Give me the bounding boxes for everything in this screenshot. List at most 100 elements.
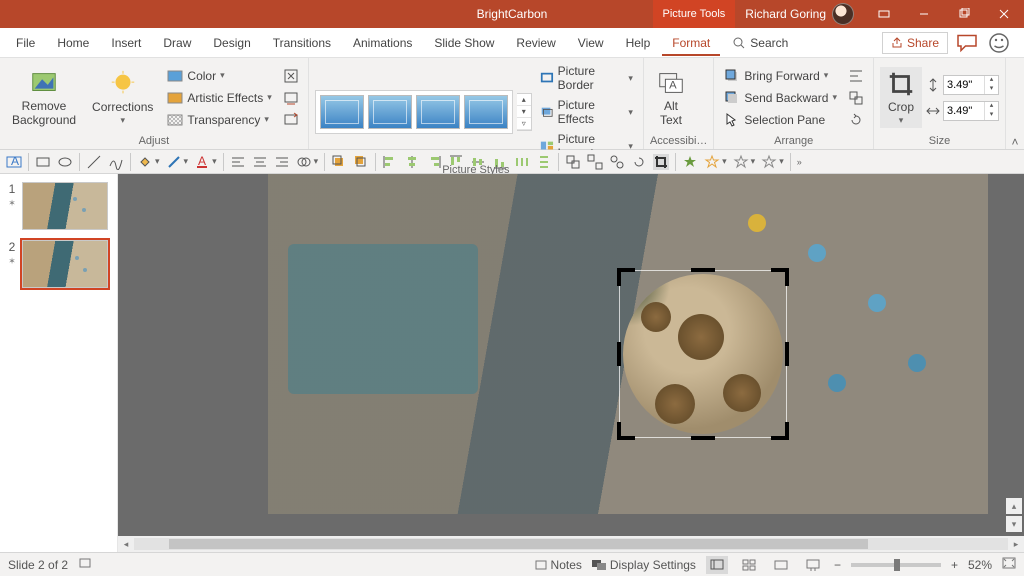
rotate-button[interactable] [845,110,867,130]
slide-thumbnail-2[interactable] [22,240,108,288]
align-right-button[interactable] [274,154,290,170]
crop-handle-right[interactable] [785,342,789,366]
animation-exit[interactable]: ▾ [733,154,756,170]
reset-picture-button[interactable] [280,110,302,130]
minimize-icon[interactable] [904,0,944,28]
animation-path[interactable]: ▾ [761,154,784,170]
crop-tool-button[interactable] [653,154,669,170]
crop-handle-bl[interactable] [617,422,635,440]
zoom-slider[interactable] [851,563,941,567]
contextual-tab-picture-tools[interactable]: Picture Tools [653,0,736,28]
crop-handle-bottom[interactable] [691,436,715,440]
tab-slide-show[interactable]: Slide Show [424,30,504,56]
selection-pane-button[interactable]: Selection Pane [720,110,841,130]
picture-effects-button[interactable]: Picture Effects▾ [536,96,637,128]
slideshow-view-button[interactable] [802,556,824,574]
send-backward-button[interactable]: Send Backward▾ [720,88,841,108]
animation-emphasis[interactable]: ▾ [704,154,727,170]
shape-fill-button[interactable]: ▾ [137,154,160,170]
remove-background-button[interactable]: Remove Background [6,66,82,128]
sorter-view-button[interactable] [738,556,760,574]
maximize-icon[interactable] [944,0,984,28]
tab-animations[interactable]: Animations [343,30,422,56]
crop-handle-tl[interactable] [617,268,635,286]
style-thumb[interactable] [464,95,508,129]
slide[interactable] [268,174,988,514]
normal-view-button[interactable] [706,556,728,574]
scroll-thumb[interactable] [169,539,868,549]
change-picture-button[interactable] [280,88,302,108]
prev-slide-button[interactable]: ▴ [1006,498,1022,514]
crop-handle-left[interactable] [617,342,621,366]
zoom-out-button[interactable]: − [834,558,841,572]
more-commands-icon[interactable]: » [797,157,802,167]
tab-view[interactable]: View [568,30,614,56]
tell-me-search[interactable]: Search [722,30,798,56]
tab-review[interactable]: Review [506,30,565,56]
comments-button[interactable] [954,32,980,54]
tab-help[interactable]: Help [616,30,661,56]
compress-pictures-button[interactable] [280,66,302,86]
display-settings-button[interactable]: Display Settings [592,558,696,572]
scroll-right-icon[interactable]: ▸ [1008,539,1024,550]
tab-transitions[interactable]: Transitions [263,30,341,56]
zoom-knob[interactable] [894,559,900,571]
style-thumb[interactable] [368,95,412,129]
gallery-scroll[interactable]: ▴▾▿ [517,93,532,131]
shape-ellipse[interactable] [57,154,73,170]
crop-button[interactable]: Crop▾ [880,67,922,128]
crop-handle-tr[interactable] [771,268,789,286]
crop-selection[interactable] [619,270,787,438]
style-thumb[interactable] [320,95,364,129]
animation-add[interactable] [682,154,698,170]
fit-to-window-button[interactable] [1002,557,1016,572]
spellcheck-icon[interactable] [78,556,92,573]
height-input[interactable]: ▴▾ [943,75,999,95]
reading-view-button[interactable] [770,556,792,574]
notes-button[interactable]: Notes [535,558,582,572]
crop-handle-br[interactable] [771,422,789,440]
close-icon[interactable] [984,0,1024,28]
slide-counter[interactable]: Slide 2 of 2 [8,558,68,572]
slide-canvas-area[interactable]: ▴ ▾ ◂ ▸ [118,174,1024,552]
tab-insert[interactable]: Insert [101,30,151,56]
tab-file[interactable]: File [6,30,45,56]
style-thumb[interactable] [416,95,460,129]
corrections-button[interactable]: Corrections▾ [86,67,159,128]
crop-handle-top[interactable] [691,268,715,272]
bring-forward-button[interactable]: Bring Forward▾ [720,66,841,86]
font-color-button[interactable]: A▾ [194,154,217,170]
next-slide-button[interactable]: ▾ [1006,516,1022,532]
shape-outline-button[interactable]: ▾ [166,154,189,170]
slide-thumbnail-1[interactable] [22,182,108,230]
align-button[interactable] [845,66,867,86]
align-center-button[interactable] [252,154,268,170]
picture-border-button[interactable]: Picture Border▾ [536,62,637,94]
artistic-effects-button[interactable]: Artistic Effects▾ [163,88,275,108]
textbox-button[interactable]: A [6,154,22,170]
scroll-left-icon[interactable]: ◂ [118,539,134,550]
align-left-button[interactable] [230,154,246,170]
group-button[interactable] [845,88,867,108]
transparency-button[interactable]: Transparency▾ [163,110,275,130]
tab-design[interactable]: Design [203,30,260,56]
picture-styles-gallery[interactable] [315,90,513,134]
zoom-in-button[interactable]: + [951,558,958,572]
alt-text-button[interactable]: A Alt Text [650,66,692,128]
share-button[interactable]: Share [882,32,948,54]
slide-thumbnails-pane[interactable]: 21✶ 2✶ [0,174,118,552]
shape-freeform[interactable] [108,154,124,170]
zoom-level[interactable]: 52% [968,558,992,572]
tab-home[interactable]: Home [47,30,99,56]
color-button[interactable]: Color▾ [163,66,275,86]
shape-rect[interactable] [35,154,51,170]
collapse-ribbon-icon[interactable]: ˄ [1006,58,1024,149]
horizontal-scrollbar[interactable]: ◂ ▸ [118,536,1024,552]
ribbon-display-options-icon[interactable] [864,0,904,28]
width-input[interactable]: ▴▾ [943,101,999,121]
tab-draw[interactable]: Draw [153,30,201,56]
shape-line[interactable] [86,154,102,170]
feedback-smiley-icon[interactable] [986,32,1012,54]
tab-format[interactable]: Format [662,30,720,56]
account-button[interactable]: Richard Goring [735,3,864,25]
